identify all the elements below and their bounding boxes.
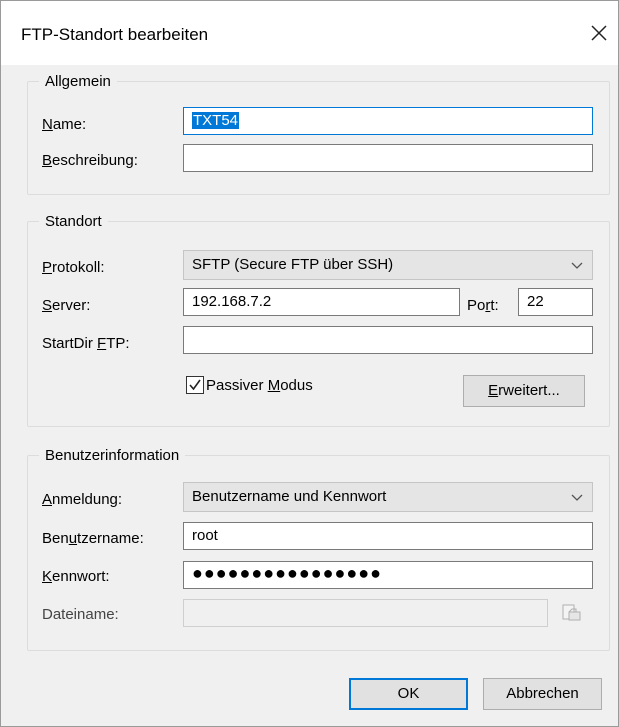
startdir-input[interactable] xyxy=(183,326,593,354)
passive-mode-checkbox[interactable] xyxy=(186,376,204,394)
server-input[interactable]: 192.168.7.2 xyxy=(183,288,460,316)
username-label: Benutzername: xyxy=(42,530,144,547)
protokoll-selected-value: SFTP (Secure FTP über SSH) xyxy=(192,256,394,273)
filename-input xyxy=(183,599,548,627)
group-benutzerinformation-legend: Benutzerinformation xyxy=(39,447,186,464)
filename-label: Dateiname: xyxy=(42,606,119,623)
name-input[interactable]: TXT54 xyxy=(183,107,593,135)
title-bar: FTP-Standort bearbeiten xyxy=(1,1,618,65)
port-label: Port: xyxy=(467,297,499,314)
anmeldung-combobox[interactable]: Benutzername und Kennwort xyxy=(183,482,593,512)
anmeldung-label: Anmeldung: xyxy=(42,491,123,508)
protokoll-label: Protokoll: xyxy=(42,259,105,276)
close-icon[interactable] xyxy=(587,21,611,45)
password-label: Kennwort: xyxy=(42,568,110,585)
password-input[interactable]: ●●●●●●●●●●●●●●●● xyxy=(183,561,593,589)
group-standort-legend: Standort xyxy=(39,213,108,230)
port-input[interactable]: 22 xyxy=(518,288,593,316)
startdir-label: StartDir FTP: xyxy=(42,335,130,352)
chevron-down-icon xyxy=(570,491,584,503)
group-allgemein xyxy=(27,81,610,195)
browse-folder-icon[interactable] xyxy=(561,603,583,623)
ftp-location-dialog: FTP-Standort bearbeiten Allgemein Name: … xyxy=(0,0,619,727)
username-input[interactable]: root xyxy=(183,522,593,550)
description-label: Beschreibung: xyxy=(42,152,138,169)
protokoll-combobox[interactable]: SFTP (Secure FTP über SSH) xyxy=(183,250,593,280)
chevron-down-icon xyxy=(570,259,584,271)
cancel-button[interactable]: Abbrechen xyxy=(483,678,602,710)
description-input[interactable] xyxy=(183,144,593,172)
anmeldung-selected-value: Benutzername und Kennwort xyxy=(192,488,387,505)
server-label: Server: xyxy=(42,297,91,314)
ok-button[interactable]: OK xyxy=(349,678,468,710)
group-allgemein-legend: Allgemein xyxy=(39,73,117,90)
dialog-title: FTP-Standort bearbeiten xyxy=(21,25,209,44)
advanced-button[interactable]: Erweitert... xyxy=(463,375,585,407)
passive-mode-label[interactable]: Passiver Modus xyxy=(206,377,313,394)
name-label: Name: xyxy=(42,116,87,133)
